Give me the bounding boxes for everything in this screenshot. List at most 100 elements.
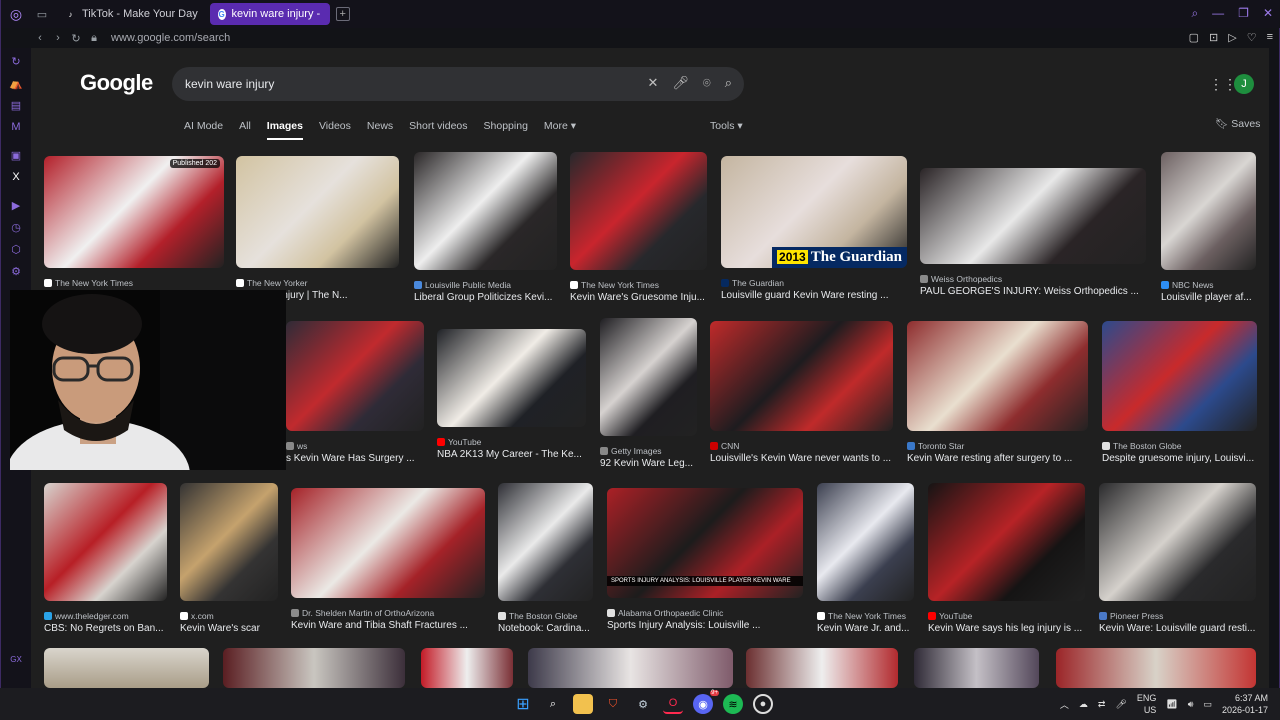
tab-short-videos[interactable]: Short videos [409, 120, 467, 140]
image-thumbnail[interactable]: 2013 The Guardian [721, 156, 907, 268]
image-thumbnail[interactable] [817, 483, 914, 601]
microphone-icon[interactable]: 🎤︎ [672, 75, 689, 91]
result-source[interactable]: YouTube [928, 611, 972, 621]
image-thumbnail[interactable] [44, 648, 209, 688]
image-thumbnail[interactable] [44, 483, 167, 601]
network-share-icon[interactable]: ⇄ [1098, 699, 1106, 710]
result-title[interactable]: Louisville player af... [1161, 292, 1252, 303]
image-thumbnail[interactable] [421, 648, 513, 688]
image-thumbnail[interactable] [920, 168, 1146, 264]
result-title[interactable]: Notebook: Cardina... [498, 623, 590, 634]
url-field[interactable]: www.google.com/search [111, 32, 230, 44]
apps-grid-icon[interactable]: ⋮⋮ [1209, 76, 1237, 93]
menu-icon[interactable]: ≡ [1267, 31, 1273, 44]
tab-menu-icon[interactable]: ▭ [31, 8, 53, 21]
result-source[interactable]: Toronto Star [907, 441, 964, 451]
result-source[interactable]: The Guardian [721, 278, 784, 288]
image-thumbnail[interactable] [710, 321, 893, 431]
result-source[interactable]: Alabama Orthopaedic Clinic [607, 608, 723, 618]
tab-shopping[interactable]: Shopping [484, 120, 528, 140]
result-source[interactable]: x.com [180, 611, 214, 621]
cloud-icon[interactable]: ☁ [1079, 699, 1088, 710]
image-thumbnail[interactable] [570, 152, 707, 270]
image-thumbnail[interactable] [914, 648, 1039, 688]
tab-google-search[interactable]: G kevin ware injury - Google [209, 3, 330, 25]
discord-icon[interactable]: ◉ 9+ [693, 690, 719, 714]
image-thumbnail[interactable] [286, 321, 424, 431]
result-source[interactable]: NBC News [1161, 280, 1214, 290]
result-source[interactable]: The New York Times [817, 611, 906, 621]
result-title[interactable]: Sports Injury Analysis: Louisville ... [607, 620, 760, 631]
result-title[interactable]: s Kevin Ware Has Surgery ... [286, 453, 415, 464]
opera-gx-logo-icon[interactable]: ◎ [1, 0, 31, 28]
gx-icon[interactable]: GX [1, 648, 31, 670]
result-source[interactable]: The New Yorker [236, 278, 307, 288]
result-source[interactable]: www.theledger.com [44, 611, 129, 621]
result-title[interactable]: Kevin Ware resting after surgery to ... [907, 453, 1072, 464]
messenger-icon[interactable]: M [1, 116, 31, 138]
result-source[interactable]: The Boston Globe [498, 611, 578, 621]
camera-lens-icon[interactable]: ⌾ [703, 75, 711, 91]
result-source[interactable]: YouTube [437, 437, 481, 447]
clock[interactable]: 6:37 AM 2026-01-17 [1222, 692, 1268, 716]
image-thumbnail[interactable] [600, 318, 697, 436]
wifi-icon[interactable]: 📶︎ [1166, 699, 1177, 710]
obs-icon[interactable]: ● [753, 694, 773, 714]
chevron-up-icon[interactable]: ︿ [1060, 698, 1069, 711]
image-thumbnail[interactable] [928, 483, 1085, 601]
back-icon[interactable]: ‹ [31, 32, 49, 44]
close-icon[interactable]: ✕ [1263, 6, 1273, 21]
brave-icon[interactable]: ⛉ [603, 694, 623, 714]
result-title[interactable]: CBS: No Regrets on Ban... [44, 623, 164, 634]
image-thumbnail[interactable] [1056, 648, 1256, 688]
tab-ai-mode[interactable]: AI Mode [184, 120, 223, 140]
chat-icon[interactable]: ▤ [1, 94, 31, 116]
image-thumbnail[interactable]: Published 202 [44, 156, 224, 268]
tab-images[interactable]: Images [266, 120, 303, 140]
result-source[interactable]: The Boston Globe [1102, 441, 1182, 451]
result-title[interactable]: Louisville's Kevin Ware never wants to .… [710, 453, 891, 464]
result-title[interactable]: Louisville guard Kevin Ware resting ... [721, 290, 889, 301]
shop-icon[interactable]: ⛺ [1, 72, 31, 94]
tab-icon[interactable]: ⊡ [1209, 31, 1218, 44]
image-thumbnail[interactable] [528, 648, 733, 688]
tab-news[interactable]: News [367, 120, 393, 140]
heart-icon[interactable]: ♡ [1247, 31, 1257, 44]
file-explorer-icon[interactable] [573, 694, 593, 714]
result-title[interactable]: Liberal Group Politicizes Kevi... [414, 292, 552, 303]
saves-button[interactable]: 🔖︎ Saves [1215, 117, 1260, 130]
result-source[interactable]: Getty Images [600, 446, 662, 456]
result-title[interactable]: PAUL GEORGE'S INJURY: Weiss Orthopedics … [920, 286, 1139, 297]
result-title[interactable]: NBA 2K13 My Career - The Ke... [437, 449, 582, 460]
result-source[interactable]: The New York Times [570, 280, 659, 290]
windows-start-icon[interactable]: ⊞ [513, 694, 533, 714]
reload-icon[interactable]: ↻ [67, 32, 85, 45]
player-icon[interactable]: ▶ [1, 194, 31, 216]
result-source[interactable]: Weiss Orthopedics [920, 274, 1002, 284]
tab-all[interactable]: All [239, 120, 251, 140]
minimize-icon[interactable]: — [1212, 6, 1224, 21]
snapshot-icon[interactable]: ▢ [1189, 31, 1199, 44]
result-source[interactable]: CNN [710, 441, 739, 451]
twitch-icon[interactable]: ▣ [1, 144, 31, 166]
image-thumbnail[interactable] [746, 648, 898, 688]
search-input[interactable]: kevin ware injury ✕ 🎤︎ ⌾ ⌕ [172, 67, 744, 101]
steam-icon[interactable]: ⚙ [633, 694, 653, 714]
settings-icon[interactable]: ⚙ [1, 260, 31, 282]
result-title[interactable]: Kevin Ware Jr. and... [817, 623, 909, 634]
restore-icon[interactable]: ❐ [1238, 6, 1249, 21]
refresh-sidebar-icon[interactable]: ↻ [1, 50, 31, 72]
tools-button[interactable]: Tools ▾ [710, 120, 743, 132]
image-thumbnail[interactable] [1161, 152, 1256, 270]
image-thumbnail[interactable] [180, 483, 278, 601]
tab-tiktok[interactable]: ♪ TikTok - Make Your Day [57, 3, 206, 25]
history-icon[interactable]: ◷ [1, 216, 31, 238]
result-title[interactable]: Kevin Ware and Tibia Shaft Fractures ... [291, 620, 468, 631]
image-thumbnail[interactable] [907, 321, 1088, 431]
image-thumbnail[interactable] [414, 152, 557, 270]
image-thumbnail[interactable]: SPORTS INJURY ANALYSIS: LOUISVILLE PLAYE… [607, 488, 803, 598]
search-icon[interactable]: ⌕ [1191, 6, 1198, 21]
image-thumbnail[interactable] [223, 648, 405, 688]
result-title[interactable]: Kevin Ware's scar [180, 623, 260, 634]
tab-more[interactable]: More ▾ [544, 120, 576, 140]
